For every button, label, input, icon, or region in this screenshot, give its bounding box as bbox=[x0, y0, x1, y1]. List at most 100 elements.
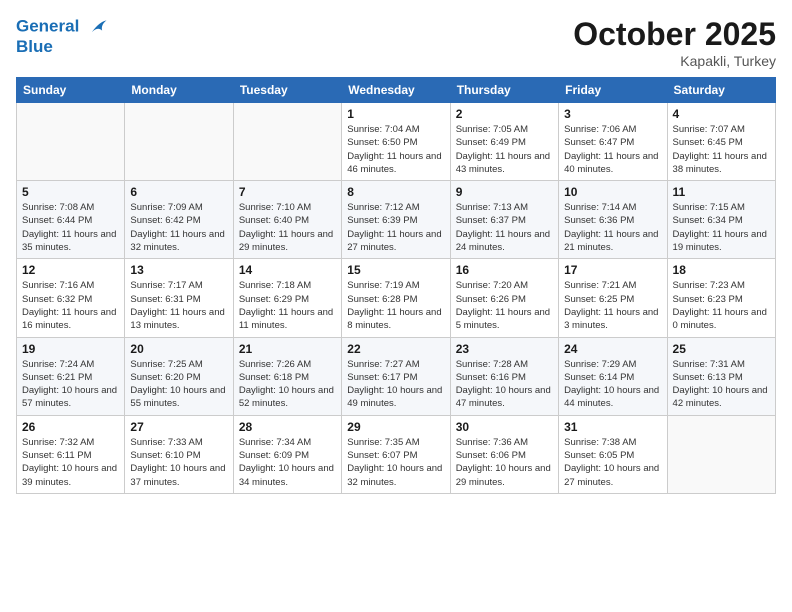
page-header: General Blue October 2025 Kapakli, Turke… bbox=[16, 16, 776, 69]
calendar-cell: 1 Sunrise: 7:04 AM Sunset: 6:50 PM Daylig… bbox=[342, 103, 450, 181]
month-title: October 2025 bbox=[573, 16, 776, 53]
day-info: Sunrise: 7:08 AM Sunset: 6:44 PM Dayligh… bbox=[22, 201, 119, 254]
day-info: Sunrise: 7:17 AM Sunset: 6:31 PM Dayligh… bbox=[130, 279, 227, 332]
calendar-cell: 25Sunrise: 7:31 AM Sunset: 6:13 PM Dayli… bbox=[667, 337, 775, 415]
calendar-cell: 18 Sunrise: 7:23 AM Sunset: 6:23 PM Dayli… bbox=[667, 259, 775, 337]
day-info: Sunrise: 7:14 AM Sunset: 6:36 PM Dayligh… bbox=[564, 201, 661, 254]
day-number: 4 bbox=[673, 107, 770, 121]
calendar-cell: 4 Sunrise: 7:07 AM Sunset: 6:45 PM Daylig… bbox=[667, 103, 775, 181]
day-info: Sunrise: 7:36 AM Sunset: 6:06 PM Dayligh… bbox=[456, 436, 553, 489]
day-info: Sunrise: 7:13 AM Sunset: 6:37 PM Dayligh… bbox=[456, 201, 553, 254]
calendar-cell: 6 Sunrise: 7:09 AM Sunset: 6:42 PM Daylig… bbox=[125, 181, 233, 259]
day-info: Sunrise: 7:38 AM Sunset: 6:05 PM Dayligh… bbox=[564, 436, 661, 489]
calendar-cell: 26 Sunrise: 7:32 AM Sunset: 6:11 PM Dayli… bbox=[17, 415, 125, 493]
day-info: Sunrise: 7:21 AM Sunset: 6:25 PM Dayligh… bbox=[564, 279, 661, 332]
calendar-week-row: 19Sunrise: 7:24 AM Sunset: 6:21 PM Dayli… bbox=[17, 337, 776, 415]
weekday-header-thursday: Thursday bbox=[450, 78, 558, 103]
day-info: Sunrise: 7:25 AM Sunset: 6:20 PM Dayligh… bbox=[130, 358, 227, 411]
calendar-cell: 22 Sunrise: 7:27 AM Sunset: 6:17 PM Dayli… bbox=[342, 337, 450, 415]
day-info: Sunrise: 7:27 AM Sunset: 6:17 PM Dayligh… bbox=[347, 358, 444, 411]
logo-general: General bbox=[16, 16, 79, 35]
day-number: 9 bbox=[456, 185, 553, 199]
day-number: 13 bbox=[130, 263, 227, 277]
logo-bird-icon bbox=[86, 16, 108, 38]
calendar-cell: 20 Sunrise: 7:25 AM Sunset: 6:20 PM Dayli… bbox=[125, 337, 233, 415]
calendar-cell bbox=[667, 415, 775, 493]
day-info: Sunrise: 7:34 AM Sunset: 6:09 PM Dayligh… bbox=[239, 436, 336, 489]
day-info: Sunrise: 7:32 AM Sunset: 6:11 PM Dayligh… bbox=[22, 436, 119, 489]
calendar-cell: 5 Sunrise: 7:08 AM Sunset: 6:44 PM Daylig… bbox=[17, 181, 125, 259]
calendar-cell: 27Sunrise: 7:33 AM Sunset: 6:10 PM Dayli… bbox=[125, 415, 233, 493]
calendar-cell: 10 Sunrise: 7:14 AM Sunset: 6:36 PM Dayli… bbox=[559, 181, 667, 259]
day-info: Sunrise: 7:05 AM Sunset: 6:49 PM Dayligh… bbox=[456, 123, 553, 176]
calendar-cell: 14Sunrise: 7:18 AM Sunset: 6:29 PM Dayli… bbox=[233, 259, 341, 337]
calendar-week-row: 12 Sunrise: 7:16 AM Sunset: 6:32 PM Dayli… bbox=[17, 259, 776, 337]
day-number: 5 bbox=[22, 185, 119, 199]
weekday-header-friday: Friday bbox=[559, 78, 667, 103]
day-info: Sunrise: 7:06 AM Sunset: 6:47 PM Dayligh… bbox=[564, 123, 661, 176]
calendar-cell: 23Sunrise: 7:28 AM Sunset: 6:16 PM Dayli… bbox=[450, 337, 558, 415]
day-info: Sunrise: 7:04 AM Sunset: 6:50 PM Dayligh… bbox=[347, 123, 444, 176]
weekday-header-saturday: Saturday bbox=[667, 78, 775, 103]
calendar-cell: 9 Sunrise: 7:13 AM Sunset: 6:37 PM Daylig… bbox=[450, 181, 558, 259]
calendar-cell: 28Sunrise: 7:34 AM Sunset: 6:09 PM Dayli… bbox=[233, 415, 341, 493]
calendar-cell: 24Sunrise: 7:29 AM Sunset: 6:14 PM Dayli… bbox=[559, 337, 667, 415]
day-number: 20 bbox=[130, 342, 227, 356]
title-block: October 2025 Kapakli, Turkey bbox=[573, 16, 776, 69]
day-info: Sunrise: 7:12 AM Sunset: 6:39 PM Dayligh… bbox=[347, 201, 444, 254]
calendar-cell: 11 Sunrise: 7:15 AM Sunset: 6:34 PM Dayli… bbox=[667, 181, 775, 259]
day-number: 26 bbox=[22, 420, 119, 434]
day-info: Sunrise: 7:07 AM Sunset: 6:45 PM Dayligh… bbox=[673, 123, 770, 176]
calendar-header-row: SundayMondayTuesdayWednesdayThursdayFrid… bbox=[17, 78, 776, 103]
day-number: 11 bbox=[673, 185, 770, 199]
calendar-cell: 8 Sunrise: 7:12 AM Sunset: 6:39 PM Daylig… bbox=[342, 181, 450, 259]
calendar-cell bbox=[125, 103, 233, 181]
day-number: 6 bbox=[130, 185, 227, 199]
calendar-cell bbox=[233, 103, 341, 181]
day-info: Sunrise: 7:26 AM Sunset: 6:18 PM Dayligh… bbox=[239, 358, 336, 411]
calendar-cell: 15Sunrise: 7:19 AM Sunset: 6:28 PM Dayli… bbox=[342, 259, 450, 337]
day-number: 2 bbox=[456, 107, 553, 121]
day-info: Sunrise: 7:20 AM Sunset: 6:26 PM Dayligh… bbox=[456, 279, 553, 332]
day-number: 30 bbox=[456, 420, 553, 434]
day-number: 29 bbox=[347, 420, 444, 434]
calendar-cell: 19Sunrise: 7:24 AM Sunset: 6:21 PM Dayli… bbox=[17, 337, 125, 415]
day-number: 14 bbox=[239, 263, 336, 277]
day-number: 10 bbox=[564, 185, 661, 199]
calendar-cell: 3 Sunrise: 7:06 AM Sunset: 6:47 PM Daylig… bbox=[559, 103, 667, 181]
calendar-cell: 16 Sunrise: 7:20 AM Sunset: 6:26 PM Dayli… bbox=[450, 259, 558, 337]
day-number: 16 bbox=[456, 263, 553, 277]
calendar-cell: 21 Sunrise: 7:26 AM Sunset: 6:18 PM Dayli… bbox=[233, 337, 341, 415]
logo-blue: Blue bbox=[16, 38, 108, 57]
day-number: 17 bbox=[564, 263, 661, 277]
day-info: Sunrise: 7:23 AM Sunset: 6:23 PM Dayligh… bbox=[673, 279, 770, 332]
day-number: 12 bbox=[22, 263, 119, 277]
weekday-header-monday: Monday bbox=[125, 78, 233, 103]
calendar-cell: 31 Sunrise: 7:38 AM Sunset: 6:05 PM Dayli… bbox=[559, 415, 667, 493]
day-number: 22 bbox=[347, 342, 444, 356]
day-info: Sunrise: 7:09 AM Sunset: 6:42 PM Dayligh… bbox=[130, 201, 227, 254]
location-subtitle: Kapakli, Turkey bbox=[573, 53, 776, 69]
day-info: Sunrise: 7:16 AM Sunset: 6:32 PM Dayligh… bbox=[22, 279, 119, 332]
day-info: Sunrise: 7:35 AM Sunset: 6:07 PM Dayligh… bbox=[347, 436, 444, 489]
day-number: 3 bbox=[564, 107, 661, 121]
day-number: 8 bbox=[347, 185, 444, 199]
weekday-header-sunday: Sunday bbox=[17, 78, 125, 103]
day-info: Sunrise: 7:24 AM Sunset: 6:21 PM Dayligh… bbox=[22, 358, 119, 411]
calendar-cell: 2 Sunrise: 7:05 AM Sunset: 6:49 PM Daylig… bbox=[450, 103, 558, 181]
calendar-cell: 29 Sunrise: 7:35 AM Sunset: 6:07 PM Dayli… bbox=[342, 415, 450, 493]
weekday-header-wednesday: Wednesday bbox=[342, 78, 450, 103]
calendar-week-row: 5 Sunrise: 7:08 AM Sunset: 6:44 PM Daylig… bbox=[17, 181, 776, 259]
calendar-week-row: 1 Sunrise: 7:04 AM Sunset: 6:50 PM Daylig… bbox=[17, 103, 776, 181]
day-number: 31 bbox=[564, 420, 661, 434]
logo: General Blue bbox=[16, 16, 108, 57]
day-info: Sunrise: 7:15 AM Sunset: 6:34 PM Dayligh… bbox=[673, 201, 770, 254]
weekday-header-tuesday: Tuesday bbox=[233, 78, 341, 103]
day-number: 27 bbox=[130, 420, 227, 434]
day-number: 1 bbox=[347, 107, 444, 121]
day-number: 18 bbox=[673, 263, 770, 277]
calendar-cell: 7Sunrise: 7:10 AM Sunset: 6:40 PM Daylig… bbox=[233, 181, 341, 259]
day-number: 15 bbox=[347, 263, 444, 277]
day-number: 21 bbox=[239, 342, 336, 356]
day-info: Sunrise: 7:31 AM Sunset: 6:13 PM Dayligh… bbox=[673, 358, 770, 411]
